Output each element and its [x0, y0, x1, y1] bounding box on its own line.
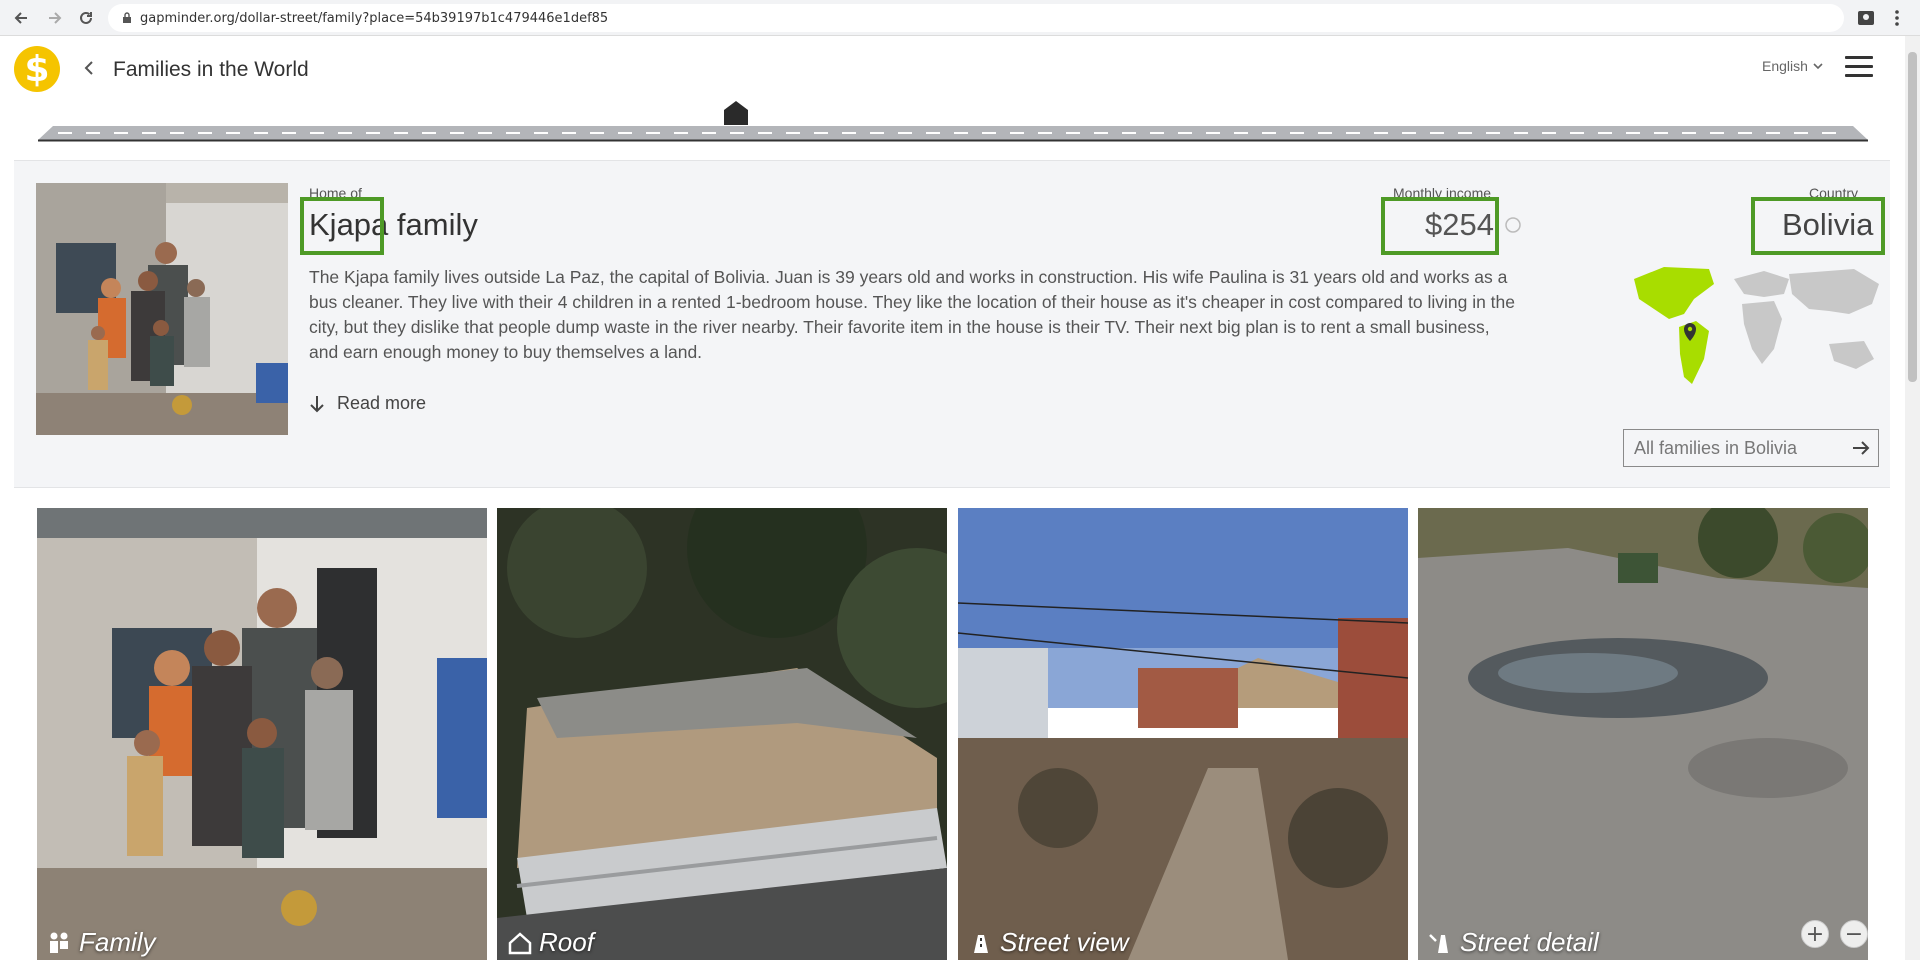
arrow-right-icon — [1853, 441, 1870, 455]
arrow-left-icon[interactable] — [9, 6, 33, 30]
logo-glyph: $ — [24, 48, 50, 90]
photo-label-text: Street detail — [1460, 927, 1599, 957]
scrollbar-thumb[interactable] — [1908, 52, 1917, 382]
family-thumbnail[interactable] — [36, 183, 288, 435]
highlight-box-income — [1381, 197, 1499, 255]
all-families-label: All families in Bolivia — [1634, 437, 1798, 458]
arrow-right-icon[interactable] — [43, 6, 67, 30]
menu-icon[interactable] — [1845, 56, 1873, 78]
read-more-label: Read more — [337, 393, 427, 413]
scrollbar[interactable] — [1905, 36, 1920, 960]
highlight-box-country — [1751, 197, 1885, 255]
family-description: The Kjapa family lives outside La Paz, t… — [309, 267, 1516, 362]
photo-label-family: Family — [47, 927, 156, 958]
dollar-street-logo[interactable]: $ — [14, 46, 60, 92]
street-view-icon — [974, 934, 988, 953]
photo-label-text: Family — [79, 927, 156, 957]
chevron-down-icon[interactable] — [1812, 61, 1824, 71]
income-road[interactable] — [38, 122, 1868, 142]
address-bar[interactable]: gapminder.org/dollar-street/family?place… — [108, 4, 1844, 32]
photo-tile-family[interactable]: Family — [37, 508, 487, 960]
house-icon — [508, 931, 532, 954]
all-families-button[interactable]: All families in Bolivia — [1623, 429, 1879, 467]
browser-toolbar: gapminder.org/dollar-street/family?place… — [0, 0, 1920, 36]
reload-icon[interactable] — [74, 6, 98, 30]
info-icon[interactable] — [1504, 216, 1522, 234]
photo-label-street-view: Street view — [968, 927, 1129, 958]
page-title[interactable]: Families in the World — [113, 58, 309, 82]
photo-label-roof: Roof — [507, 927, 594, 958]
lock-icon — [123, 12, 131, 23]
home-marker-icon[interactable] — [723, 100, 749, 126]
zoom-out-button[interactable]: − — [1840, 920, 1868, 948]
highlight-box-name — [300, 197, 384, 255]
family-info-panel: Home of Kjapa family The Kjapa family li… — [14, 160, 1890, 488]
profile-icon[interactable] — [1856, 8, 1876, 28]
street-detail-icon — [1429, 933, 1448, 953]
photo-tile-street-view[interactable]: Street view — [958, 508, 1408, 960]
read-more-link[interactable]: Read more — [309, 393, 426, 414]
photo-label-text: Roof — [539, 927, 594, 957]
world-map[interactable] — [1624, 259, 1884, 399]
zoom-in-button[interactable]: + — [1801, 920, 1829, 948]
photo-label-street-detail: Street detail — [1428, 927, 1599, 958]
more-vert-icon[interactable] — [1887, 8, 1907, 28]
photo-label-text: Street view — [1000, 927, 1129, 957]
photo-tile-street-detail[interactable]: Street detail — [1418, 508, 1868, 960]
language-selector[interactable]: English — [1762, 58, 1808, 74]
chevron-left-icon[interactable] — [82, 60, 96, 76]
url-text: gapminder.org/dollar-street/family?place… — [140, 11, 609, 26]
family-icon — [50, 932, 68, 953]
photo-tile-roof[interactable]: Roof — [497, 508, 947, 960]
arrow-down-icon — [310, 395, 324, 412]
